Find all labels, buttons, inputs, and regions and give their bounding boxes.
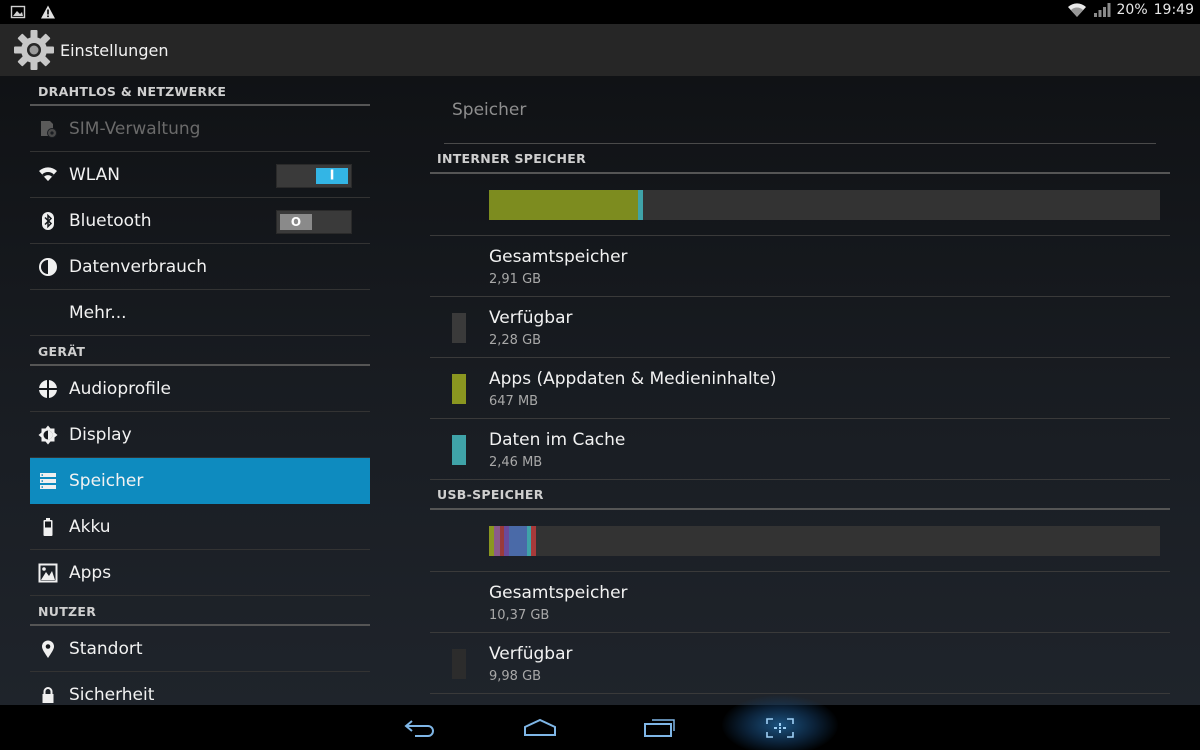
storage-icon: [40, 473, 56, 489]
sidebar-item-label: Akku: [69, 516, 111, 537]
item-value: 10,37 GB: [489, 608, 550, 623]
toggle-state-text: I: [329, 168, 335, 184]
wifi-icon: [39, 167, 57, 181]
sidebar-item-label: Audioprofile: [69, 378, 172, 399]
internal-usage-row: [430, 176, 1170, 236]
internal-usage-bar: [489, 190, 1160, 220]
home-button[interactable]: [510, 711, 570, 745]
sim-icon: [41, 121, 57, 138]
toggle-knob: O: [280, 214, 312, 230]
usage-bar-segment: [509, 526, 527, 556]
item-title: Gesamtspeicher: [489, 247, 628, 267]
item-value: 2,91 GB: [489, 272, 542, 287]
bluetooth-icon: [42, 212, 54, 230]
internal-available-row[interactable]: Verfügbar 2,28 GB: [430, 297, 1170, 358]
sidebar-item-label: Bluetooth: [69, 210, 152, 231]
section-header-usb: USB-SPEICHER: [430, 480, 1170, 510]
recent-apps-button[interactable]: [630, 711, 690, 745]
sidebar-item-apps[interactable]: Apps: [30, 550, 370, 596]
image-notification-icon: [10, 5, 26, 19]
legend-swatch: [452, 435, 466, 465]
section-header-user: NUTZER: [30, 596, 370, 626]
sidebar-item-label: Mehr...: [69, 302, 127, 323]
sidebar-item-location[interactable]: Standort: [30, 626, 370, 672]
storage-detail-pane: Speicher INTERNER SPEICHER Gesamtspeiche…: [430, 76, 1170, 705]
data-usage-icon: [39, 258, 57, 276]
settings-gear-icon[interactable]: [12, 28, 56, 72]
internal-apps-row[interactable]: Apps (Appdaten & Medieninhalte) 647 MB: [430, 358, 1170, 419]
audio-profile-icon: [39, 380, 57, 398]
item-title: Verfügbar: [489, 644, 573, 664]
sidebar-item-label: Standort: [69, 638, 143, 659]
home-icon: [524, 718, 556, 736]
sidebar-item-battery[interactable]: Akku: [30, 504, 370, 550]
usage-bar-segment: [530, 526, 536, 556]
section-header-device: GERÄT: [30, 336, 370, 366]
wlan-toggle[interactable]: I: [276, 164, 352, 188]
sidebar-item-label: SIM-Verwaltung: [69, 118, 201, 139]
usage-bar-segment: [489, 190, 638, 220]
battery-percent: 20%: [1116, 2, 1148, 18]
status-bar: 20% 19:49: [0, 0, 1200, 24]
usage-bar-segment: [637, 190, 644, 220]
legend-swatch: [452, 313, 466, 343]
toggle-knob: I: [316, 168, 348, 184]
wifi-icon: [1067, 3, 1086, 18]
sidebar-item-bluetooth[interactable]: Bluetooth O: [30, 198, 370, 244]
bluetooth-toggle[interactable]: O: [276, 210, 352, 234]
sidebar-item-display[interactable]: Display: [30, 412, 370, 458]
internal-cache-row[interactable]: Daten im Cache 2,46 MB: [430, 419, 1170, 480]
action-bar: Einstellungen: [0, 24, 1200, 76]
recent-apps-icon: [644, 719, 675, 737]
page-title: Speicher: [452, 100, 527, 120]
location-icon: [42, 640, 54, 658]
sidebar-item-label: Apps: [69, 562, 112, 583]
display-brightness-icon: [38, 425, 58, 445]
back-icon: [404, 720, 434, 737]
sidebar-item-label: Datenverbrauch: [69, 256, 208, 277]
screenshot-icon: [766, 718, 794, 738]
clock: 19:49: [1153, 2, 1194, 18]
settings-main: DRAHTLOS & NETZWERKE SIM-Verwaltung WLAN…: [0, 76, 1200, 705]
sidebar-item-more[interactable]: Mehr...: [30, 290, 370, 336]
settings-sidebar: DRAHTLOS & NETZWERKE SIM-Verwaltung WLAN…: [30, 76, 370, 705]
apps-icon: [38, 563, 58, 583]
sidebar-item-storage[interactable]: Speicher: [30, 458, 370, 504]
usb-total-row[interactable]: Gesamtspeicher 10,37 GB: [430, 572, 1170, 633]
usb-usage-bar: [489, 526, 1160, 556]
sidebar-item-security[interactable]: Sicherheit: [30, 672, 370, 705]
app-title: Einstellungen: [60, 40, 169, 60]
sidebar-item-label: Speicher: [69, 470, 144, 491]
signal-icon: [1093, 3, 1111, 17]
item-value: 2,46 MB: [489, 455, 543, 470]
screenshot-button[interactable]: [750, 711, 810, 745]
item-title: Apps (Appdaten & Medieninhalte): [489, 369, 777, 389]
sidebar-item-label: Display: [69, 424, 132, 445]
back-button[interactable]: [390, 711, 450, 745]
sidebar-item-data-usage[interactable]: Datenverbrauch: [30, 244, 370, 290]
toggle-state-text: O: [290, 215, 302, 229]
sidebar-item-audio-profiles[interactable]: Audioprofile: [30, 366, 370, 412]
item-title: Verfügbar: [489, 308, 573, 328]
sidebar-item-sim: SIM-Verwaltung: [30, 106, 370, 152]
sidebar-item-wlan[interactable]: WLAN I: [30, 152, 370, 198]
usb-available-row[interactable]: Verfügbar 9,98 GB: [430, 633, 1170, 694]
item-title: Gesamtspeicher: [489, 583, 628, 603]
item-value: 9,98 GB: [489, 669, 542, 684]
legend-swatch: [452, 649, 466, 679]
lock-icon: [42, 687, 54, 703]
item-title: Daten im Cache: [489, 430, 626, 450]
item-value: 647 MB: [489, 394, 539, 409]
internal-total-row[interactable]: Gesamtspeicher 2,91 GB: [430, 236, 1170, 297]
sidebar-item-label: WLAN: [69, 164, 121, 185]
warning-icon: [41, 5, 55, 19]
usb-usage-row: [430, 512, 1170, 572]
sidebar-item-label: Sicherheit: [69, 684, 155, 705]
section-header-wireless: DRAHTLOS & NETZWERKE: [30, 76, 370, 106]
battery-icon: [43, 518, 53, 536]
item-value: 2,28 GB: [489, 333, 542, 348]
system-nav-bar: [0, 695, 1200, 750]
section-header-internal: INTERNER SPEICHER: [430, 144, 1170, 174]
legend-swatch: [452, 374, 466, 404]
